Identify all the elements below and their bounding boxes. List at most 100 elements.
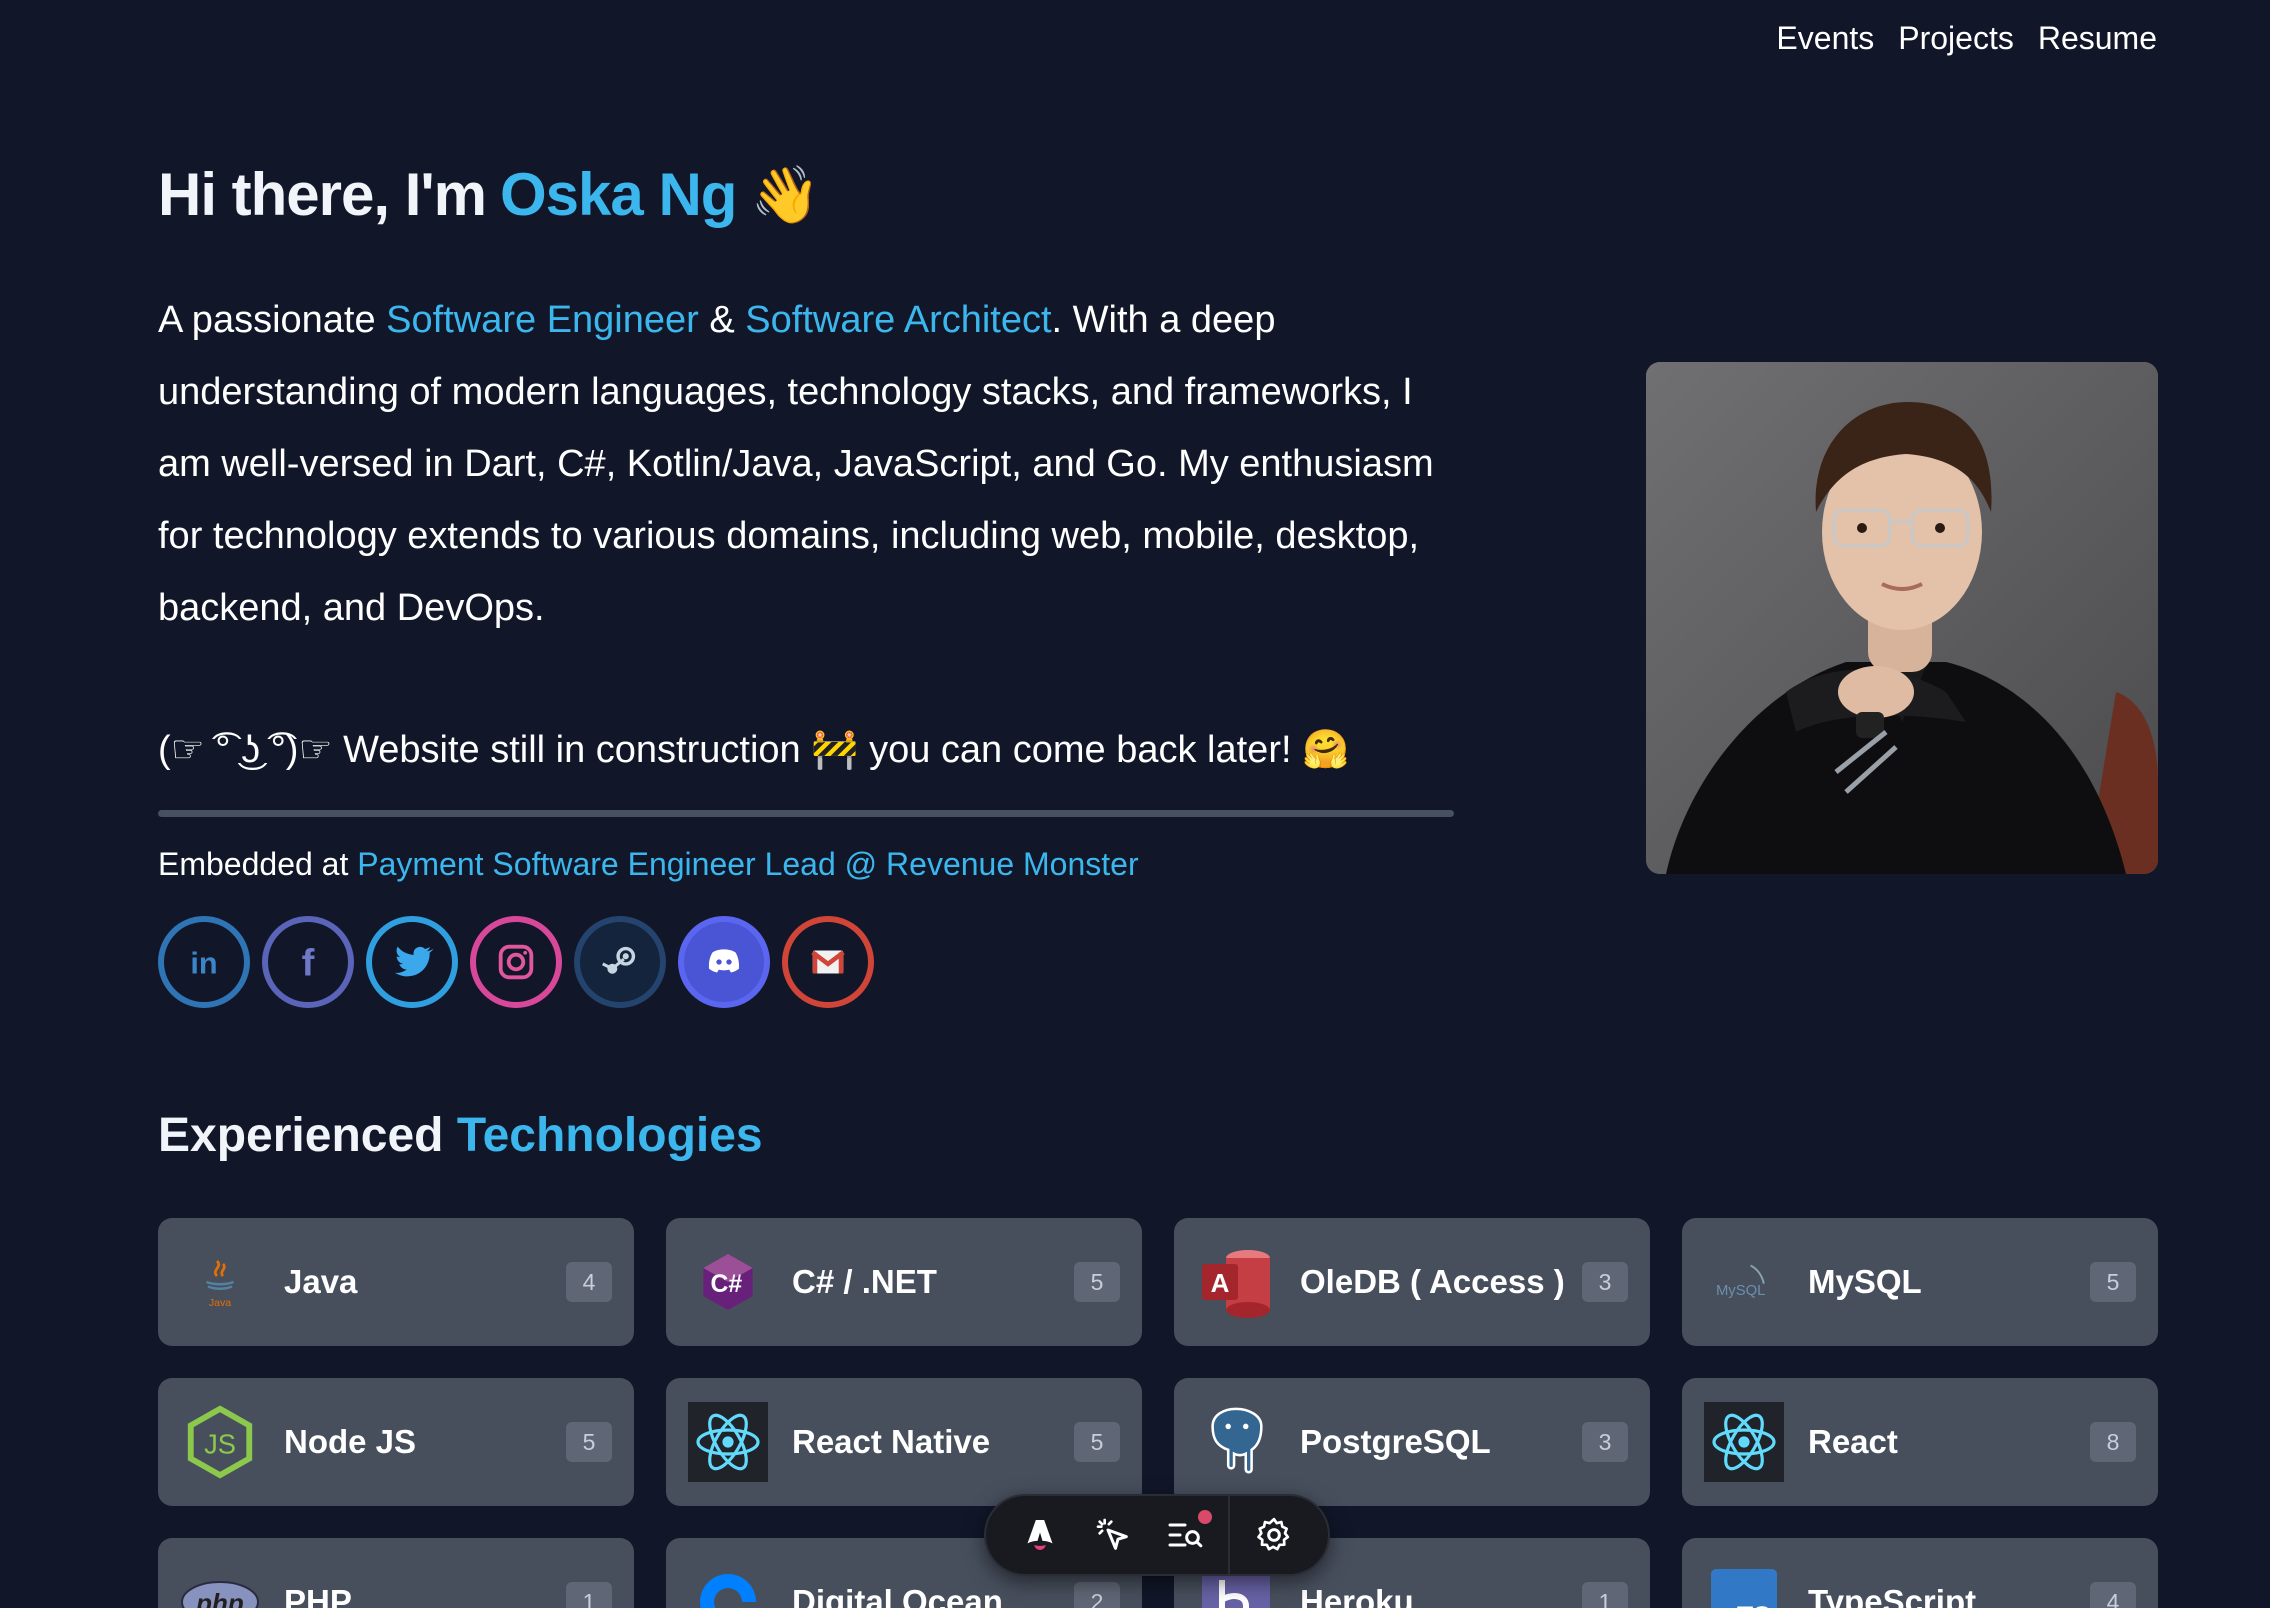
tech-name: MySQL (1808, 1263, 1922, 1300)
astro-logo-icon (1027, 1520, 1053, 1550)
svg-text:A: A (1211, 1268, 1230, 1298)
svg-text:php: php (195, 1588, 244, 1608)
tech-card-typescript[interactable]: TS TypeScript 4 (1682, 1538, 2158, 1608)
facebook-button[interactable]: f (262, 916, 354, 1008)
svg-text:JS: JS (204, 1429, 236, 1460)
gmail-button[interactable] (782, 916, 874, 1008)
steam-button[interactable] (574, 916, 666, 1008)
hero-greeting: Hi there, I'm (158, 161, 487, 228)
dev-toolbar (984, 1494, 1330, 1576)
tech-card-postgresql[interactable]: PostgreSQL 3 (1174, 1378, 1650, 1506)
tech-card-csharp[interactable]: C# C# / .NET 5 (666, 1218, 1142, 1346)
nodejs-icon: JS (180, 1402, 260, 1482)
tech-name: React Native (792, 1423, 991, 1460)
intro-paragraph: A passionate Software Engineer & Softwar… (158, 284, 1458, 644)
tech-count-badge: 2 (1074, 1582, 1120, 1608)
svg-text:TS: TS (1737, 1601, 1771, 1608)
csharp-icon: C# (688, 1242, 768, 1322)
instagram-icon (498, 944, 534, 980)
waving-hand-emoji: 👋 (750, 162, 820, 226)
nav-projects-link[interactable]: Projects (1898, 20, 2014, 57)
tech-name: TypeScript (1808, 1583, 1977, 1608)
profile-photo (1646, 362, 2158, 874)
mysql-icon: MySQL (1704, 1242, 1784, 1322)
tech-count-badge: 5 (1074, 1422, 1120, 1462)
cursor-click-icon (1096, 1518, 1128, 1550)
react-icon (1704, 1402, 1784, 1482)
nav-resume-link[interactable]: Resume (2038, 20, 2157, 57)
hero-name: Oska Ng (500, 161, 737, 228)
tech-count-badge: 1 (1582, 1582, 1628, 1608)
technologies-title-prefix: Experienced (158, 1109, 444, 1162)
tech-count-badge: 8 (2090, 1422, 2136, 1462)
discord-icon (708, 949, 740, 973)
tech-count-badge: 4 (566, 1262, 612, 1302)
section-divider (158, 810, 1454, 817)
role-software-architect[interactable]: Software Architect (745, 299, 1051, 341)
tech-name: PostgreSQL (1300, 1423, 1491, 1460)
discord-button[interactable] (678, 916, 770, 1008)
tech-count-badge: 1 (566, 1582, 612, 1608)
instagram-button[interactable] (470, 916, 562, 1008)
tech-card-react[interactable]: React 8 (1682, 1378, 2158, 1506)
social-links: in f (158, 916, 874, 1008)
tech-name: Java (284, 1263, 358, 1300)
intro-amp: & (709, 299, 735, 341)
audit-button[interactable] (1156, 1506, 1214, 1564)
react-icon (688, 1402, 768, 1482)
construction-notice: (☞ ͡° ͜ʖ ͡°)☞ Website still in construct… (158, 729, 1350, 771)
settings-button[interactable] (1245, 1506, 1303, 1564)
current-role-link[interactable]: Payment Software Engineer Lead @ Revenue… (357, 846, 1138, 882)
tech-count-badge: 5 (2090, 1262, 2136, 1302)
tech-name: C# / .NET (792, 1263, 937, 1300)
tech-name: Heroku (1300, 1583, 1414, 1608)
tech-card-php[interactable]: php PHP 1 (158, 1538, 634, 1608)
svg-text:Java: Java (209, 1297, 231, 1309)
tech-card-mysql[interactable]: MySQL MySQL 5 (1682, 1218, 2158, 1346)
tech-count-badge: 4 (2090, 1582, 2136, 1608)
twitter-button[interactable] (366, 916, 458, 1008)
hero-title: Hi there, I'm Oska Ng 👋 (158, 160, 820, 229)
php-icon: php (180, 1562, 260, 1608)
tech-card-java[interactable]: Java Java 4 (158, 1218, 634, 1346)
tech-card-react-native[interactable]: React Native 5 (666, 1378, 1142, 1506)
tech-name: Node JS (284, 1423, 417, 1460)
tech-count-badge: 3 (1582, 1422, 1628, 1462)
svg-text:MySQL: MySQL (1716, 1283, 1766, 1299)
java-icon: Java (180, 1242, 260, 1322)
toolbar-separator (1228, 1494, 1231, 1576)
linkedin-icon: in (190, 947, 217, 981)
tech-count-badge: 3 (1582, 1262, 1628, 1302)
technologies-heading: Experienced Technologies (158, 1108, 763, 1163)
inspect-button[interactable] (1084, 1506, 1142, 1564)
svg-text:in: in (190, 947, 217, 981)
top-nav: Events Projects Resume (1776, 20, 2157, 57)
tech-name: React (1808, 1423, 1898, 1460)
embedded-prefix: Embedded at (158, 846, 349, 882)
nav-events-link[interactable]: Events (1776, 20, 1874, 57)
steam-icon (602, 946, 636, 974)
technologies-title-accent: Technologies (456, 1109, 763, 1162)
gmail-icon (811, 950, 845, 974)
tech-count-badge: 5 (1074, 1262, 1120, 1302)
tech-name: Digital Ocean (792, 1583, 1003, 1608)
gear-icon (1256, 1517, 1289, 1551)
svg-text:C#: C# (711, 1271, 743, 1298)
intro-body: . With a deep understanding of modern la… (158, 299, 1434, 629)
twitter-icon (394, 946, 434, 977)
svg-text:f: f (302, 941, 315, 984)
tech-card-nodejs[interactable]: JS Node JS 5 (158, 1378, 634, 1506)
role-software-engineer[interactable]: Software Engineer (386, 299, 699, 341)
astro-menu-button[interactable] (1011, 1506, 1069, 1564)
tech-name: PHP (284, 1583, 352, 1608)
person-portrait-image (1646, 362, 2158, 874)
facebook-icon: f (302, 941, 315, 984)
intro-prefix: A passionate (158, 299, 376, 341)
postgresql-icon (1196, 1402, 1276, 1482)
tech-card-oledb-access[interactable]: A OleDB ( Access ) 3 (1174, 1218, 1650, 1346)
linkedin-button[interactable]: in (158, 916, 250, 1008)
notification-dot (1197, 1510, 1212, 1524)
tech-count-badge: 5 (566, 1422, 612, 1462)
current-position: Embedded at Payment Software Engineer Le… (158, 846, 1139, 883)
ms-access-icon: A (1196, 1242, 1276, 1322)
